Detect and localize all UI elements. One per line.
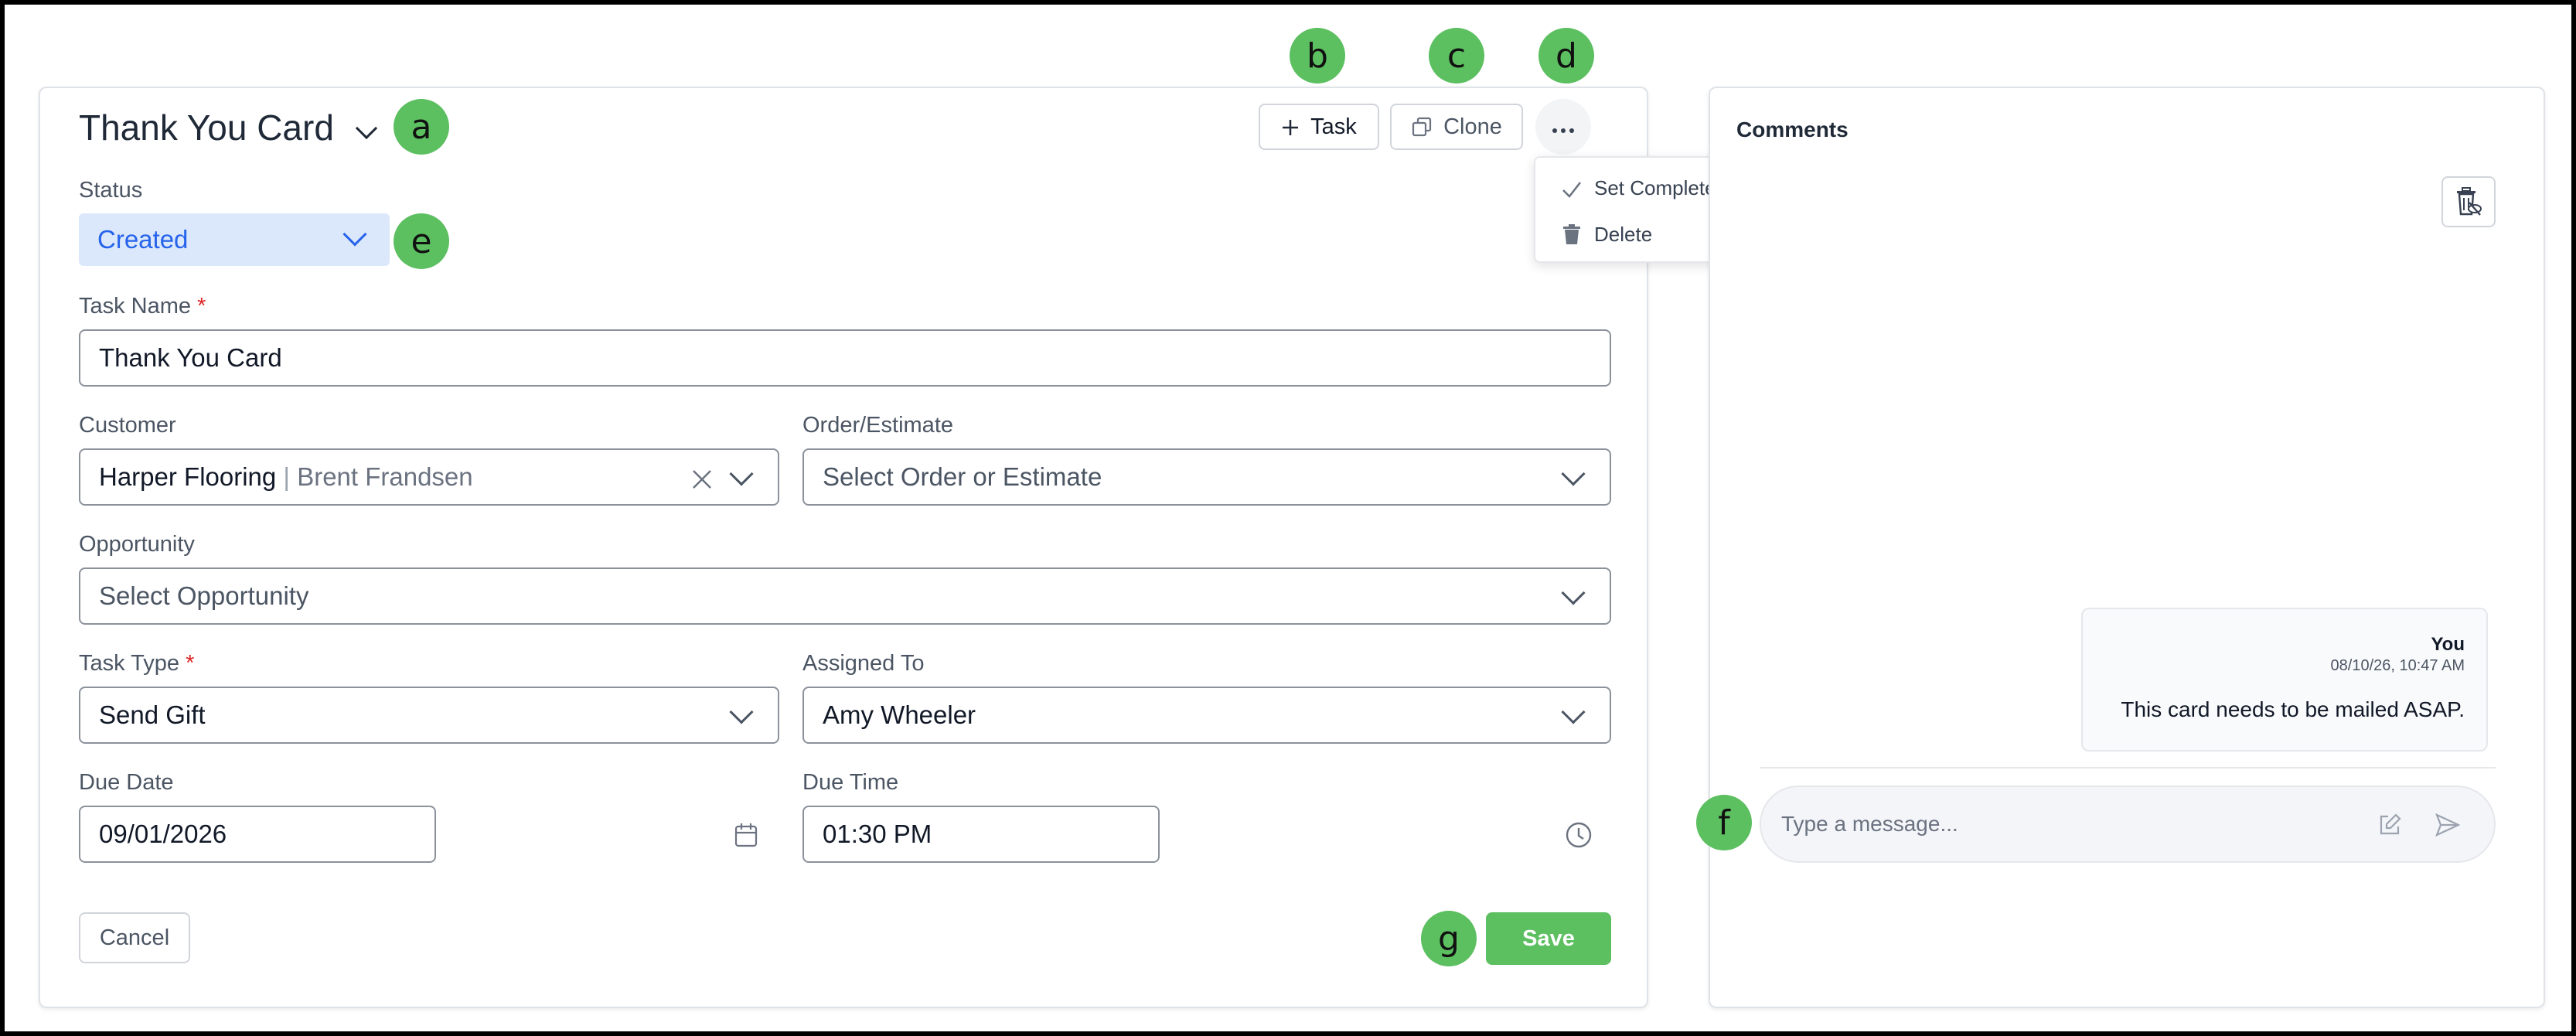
save-button[interactable]: Save: [1486, 912, 1611, 965]
customer-chevron-down-icon: [729, 462, 754, 486]
customer-contact: Brent Frandsen: [297, 462, 473, 491]
status-value: Created: [97, 225, 189, 254]
add-task-button[interactable]: Task: [1259, 104, 1379, 150]
screenshot-frame: Thank You Card Task Clone Status Created…: [0, 0, 2576, 1036]
assigned-to-select[interactable]: Amy Wheeler: [802, 687, 1611, 744]
message-input-placeholder: Type a message...: [1781, 812, 1958, 836]
task-type-chevron-down-icon: [729, 700, 754, 724]
customer-separator: |: [276, 462, 298, 491]
ellipsis-icon: [1552, 124, 1575, 133]
menu-item-label: Set Completed: [1594, 176, 1727, 199]
task-button-label: Task: [1310, 114, 1357, 139]
due-time-label: Due Time: [802, 770, 899, 795]
save-button-label: Save: [1522, 925, 1575, 951]
task-name-value: Thank You Card: [99, 343, 282, 372]
annotation-badge-e: e: [394, 213, 449, 269]
trash-eye-off-icon: [2455, 187, 2482, 216]
assigned-to-value: Amy Wheeler: [823, 700, 976, 729]
comment-timestamp: 08/10/26, 10:47 AM: [2330, 657, 2465, 674]
annotation-badge-b: b: [1290, 28, 1345, 83]
check-icon: [1562, 179, 1582, 198]
comment-text: This card needs to be mailed ASAP.: [2121, 697, 2465, 721]
assigned-to-label: Assigned To: [802, 651, 925, 676]
opportunity-label: Opportunity: [79, 532, 195, 557]
due-date-input[interactable]: 09/01/2026: [79, 806, 436, 863]
status-chevron-down-icon: [342, 222, 367, 247]
customer-select[interactable]: Harper Flooring | Brent Frandsen: [79, 448, 779, 506]
assigned-chevron-down-icon: [1561, 700, 1586, 724]
clear-customer-icon[interactable]: [691, 467, 713, 489]
order-estimate-label: Order/Estimate: [802, 413, 953, 438]
order-chevron-down-icon: [1561, 462, 1586, 486]
due-time-input[interactable]: 01:30 PM: [802, 806, 1160, 863]
cancel-button-label: Cancel: [99, 925, 170, 950]
due-time-value: 01:30 PM: [823, 820, 932, 848]
comments-title: Comments: [1736, 118, 1849, 141]
status-label: Status: [79, 178, 143, 203]
order-estimate-select[interactable]: Select Order or Estimate: [802, 448, 1611, 506]
page-title: Thank You Card: [79, 107, 334, 148]
opportunity-chevron-down-icon: [1561, 581, 1586, 605]
clone-button[interactable]: Clone: [1390, 104, 1523, 150]
opportunity-placeholder: Select Opportunity: [99, 581, 309, 610]
task-type-value: Send Gift: [99, 700, 206, 729]
comment-message: You 08/10/26, 10:47 AM This card needs t…: [2081, 608, 2488, 751]
plus-icon: [1281, 118, 1300, 136]
clone-button-label: Clone: [1443, 114, 1502, 139]
annotation-badge-c: c: [1429, 28, 1484, 83]
customer-label: Customer: [79, 413, 176, 438]
send-icon[interactable]: [2435, 813, 2461, 837]
annotation-badge-a: a: [394, 99, 449, 155]
customer-name: Harper Flooring: [99, 462, 277, 491]
delete-comments-button[interactable]: [2441, 176, 2496, 227]
task-name-input[interactable]: Thank You Card: [79, 329, 1611, 387]
clock-icon[interactable]: [1565, 821, 1593, 849]
annotation-badge-g: g: [1421, 911, 1477, 966]
more-options-button[interactable]: [1535, 99, 1591, 155]
task-type-select[interactable]: Send Gift: [79, 687, 779, 744]
comment-author: You: [2431, 634, 2465, 655]
task-name-label: Task Name *: [79, 294, 206, 319]
cancel-button[interactable]: Cancel: [79, 912, 190, 963]
due-date-value: 09/01/2026: [99, 820, 227, 848]
message-input[interactable]: Type a message...: [1760, 786, 2496, 863]
due-date-label: Due Date: [79, 770, 174, 795]
status-select[interactable]: Created: [79, 213, 390, 266]
order-estimate-placeholder: Select Order or Estimate: [823, 462, 1102, 491]
opportunity-select[interactable]: Select Opportunity: [79, 567, 1611, 625]
calendar-icon[interactable]: [734, 823, 758, 847]
edit-icon[interactable]: [2378, 813, 2401, 837]
annotation-badge-d: d: [1538, 28, 1594, 83]
copy-icon: [1411, 116, 1433, 138]
title-chevron-down-icon[interactable]: [355, 117, 378, 140]
annotation-badge-f: f: [1696, 795, 1752, 850]
menu-item-label: Delete: [1594, 222, 1653, 246]
task-type-label: Task Type *: [79, 651, 195, 676]
comments-panel: Comments You 08/10/26, 10:47 AM This car…: [1709, 87, 2545, 1008]
task-form-panel: Thank You Card Task Clone Status Created…: [39, 87, 1648, 1008]
trash-icon: [1563, 224, 1580, 244]
comments-divider: [1760, 767, 2496, 768]
